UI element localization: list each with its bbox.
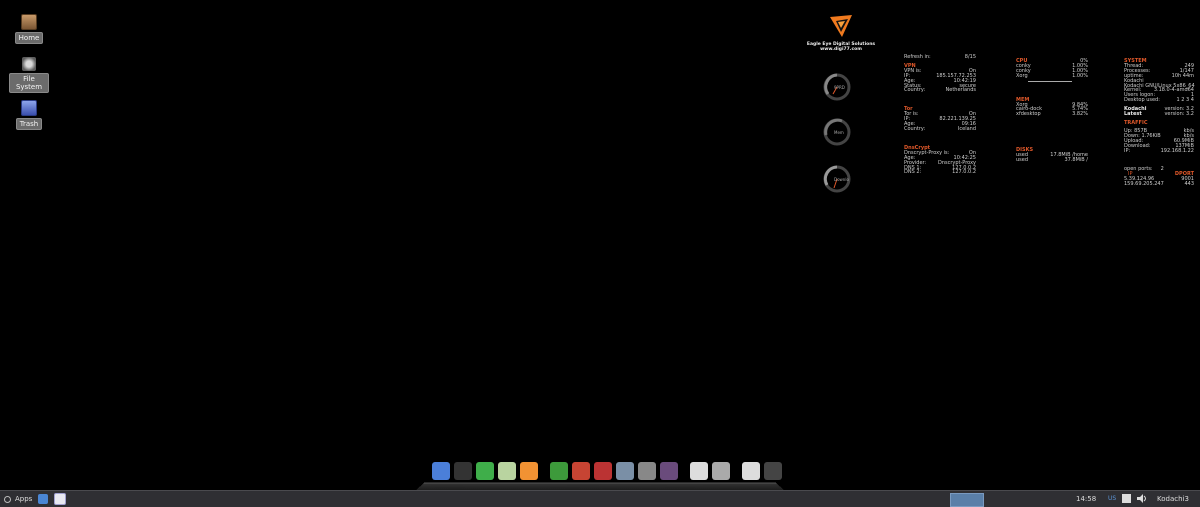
gauge-label: Downlo <box>834 177 849 182</box>
system-key: Desktop used: <box>1124 97 1160 104</box>
dock-network-icon[interactable] <box>616 462 634 480</box>
cpu-graph-line <box>1028 80 1072 82</box>
traffic-key: IP: <box>1124 147 1131 154</box>
dock-disk-icon[interactable] <box>498 462 516 480</box>
volume-icon[interactable] <box>1137 494 1146 503</box>
mem-usage: 3.82% <box>1072 111 1088 118</box>
disk-row: used 37.8MiB / <box>1016 158 1088 163</box>
keyboard-layout-indicator[interactable]: US <box>1108 495 1116 502</box>
dnscrypt-key: DNS 2: <box>904 169 922 176</box>
desktop-icon-home[interactable]: Home <box>9 14 49 44</box>
desktop-icon-file-system[interactable]: File System <box>9 57 49 93</box>
desktop-icon-label: Home <box>14 32 44 44</box>
refresh-value: 8/15 <box>964 54 976 60</box>
traffic-value: 192.168.1.22 <box>1160 147 1194 154</box>
open-ports-count: 2 <box>1160 166 1164 173</box>
vpn-key: Country: <box>904 87 926 94</box>
text-editor-launcher-icon[interactable] <box>54 493 67 505</box>
desktop-icon-trash[interactable]: Trash <box>9 100 49 130</box>
system-value: 1 2 3 4 <box>1176 97 1195 104</box>
gauge-label: Mem <box>834 130 844 135</box>
apps-menu-button[interactable]: Apps <box>4 495 32 503</box>
dock-archive-icon[interactable] <box>572 462 590 480</box>
system-row: Desktop used: 1 2 3 4 <box>1124 98 1194 103</box>
hard-drive-icon <box>22 57 36 71</box>
dock-camera-icon[interactable] <box>638 462 656 480</box>
system-value: 3.18.0-4-amd64 <box>1153 87 1194 94</box>
port-row: 159.69.205.247 443 <box>1124 182 1194 187</box>
trash-icon <box>21 100 37 116</box>
dock-terminal-icon[interactable] <box>454 462 472 480</box>
taskbar: Apps 14:58 US Kodachi3 <box>0 490 1200 507</box>
tor-value: Iceland <box>957 125 976 132</box>
workspace-switcher[interactable] <box>950 493 984 507</box>
dock-desktop-icon[interactable] <box>432 462 450 480</box>
refresh-row: Refresh in: 8/15 <box>904 55 976 60</box>
mem-process: xfdesktop <box>1016 111 1041 118</box>
dock-separator <box>542 462 546 480</box>
user-menu[interactable]: Kodachi3 <box>1157 495 1189 503</box>
dnscrypt-row: DNS 2: 127.0.0.2 <box>904 170 976 175</box>
vpn-value: Netherlands <box>945 87 976 94</box>
port-ip: 159.69.205.247 <box>1124 181 1164 188</box>
gauge-mem: Mem <box>822 117 852 147</box>
latest-version-row: Latest version: 3.2 <box>1124 112 1194 117</box>
desktop-icon-label: File System <box>9 73 49 93</box>
dock-tool-icon[interactable] <box>594 462 612 480</box>
system-value: 10h 44m <box>1171 72 1194 79</box>
eagle-eye-logo-icon <box>830 15 852 37</box>
dock-search-icon[interactable] <box>712 462 730 480</box>
gauge-cpu: 9PRD <box>822 72 852 102</box>
conky-system-panel: SYSTEM Thread: 249 Processes: 1/147 uptime… <box>1124 55 1195 187</box>
file-manager-launcher-icon[interactable] <box>38 494 49 504</box>
home-folder-icon <box>21 14 37 30</box>
disk-value: 37.8MiB / <box>1064 157 1088 164</box>
cpu-usage: 1.00% <box>1072 72 1088 79</box>
desktop-icon-label: Trash <box>15 118 43 130</box>
dock-package-icon[interactable] <box>660 462 678 480</box>
dock-separator <box>734 462 738 480</box>
notification-icon[interactable] <box>1122 494 1131 503</box>
latest-version: version: 3.2 <box>1164 111 1194 118</box>
kodachi-logo: Eagle Eye Digital Solutions www.digi77.c… <box>806 13 876 52</box>
apps-menu-label: Apps <box>15 495 33 503</box>
port-number: 443 <box>1184 181 1194 188</box>
dock-firefox-icon[interactable] <box>520 462 538 480</box>
conky-network-panel: Refresh in: 8/15 VPN VPN is: On IP: 185.15… <box>904 55 976 175</box>
latest-label: Latest <box>1124 111 1142 118</box>
dock-web-icon[interactable] <box>476 462 494 480</box>
dock-settings-icon[interactable] <box>764 462 782 480</box>
apps-menu-icon <box>4 495 11 503</box>
conky-resources-panel: CPU 0% conky 1.00% conky 1.00% Xorg 1.00% M… <box>1016 55 1088 163</box>
clock[interactable]: 14:58 <box>1076 495 1096 503</box>
dock <box>432 462 782 480</box>
gauge-label: 9PRD <box>834 85 845 90</box>
dnscrypt-value: 127.0.0.2 <box>952 169 976 176</box>
dock-editor-icon[interactable] <box>690 462 708 480</box>
cpu-process: Xorg <box>1016 72 1028 79</box>
disk-label: used <box>1016 157 1029 164</box>
tor-key: Country: <box>904 125 926 132</box>
gauge-download: Downlo <box>822 164 852 194</box>
dock-separator <box>682 462 686 480</box>
logo-url: www.digi77.com <box>820 47 862 52</box>
dock-store-icon[interactable] <box>550 462 568 480</box>
dock-power-icon[interactable] <box>742 462 760 480</box>
cpu-row: Xorg 1.00% <box>1016 72 1088 79</box>
refresh-label: Refresh in: <box>904 54 931 60</box>
